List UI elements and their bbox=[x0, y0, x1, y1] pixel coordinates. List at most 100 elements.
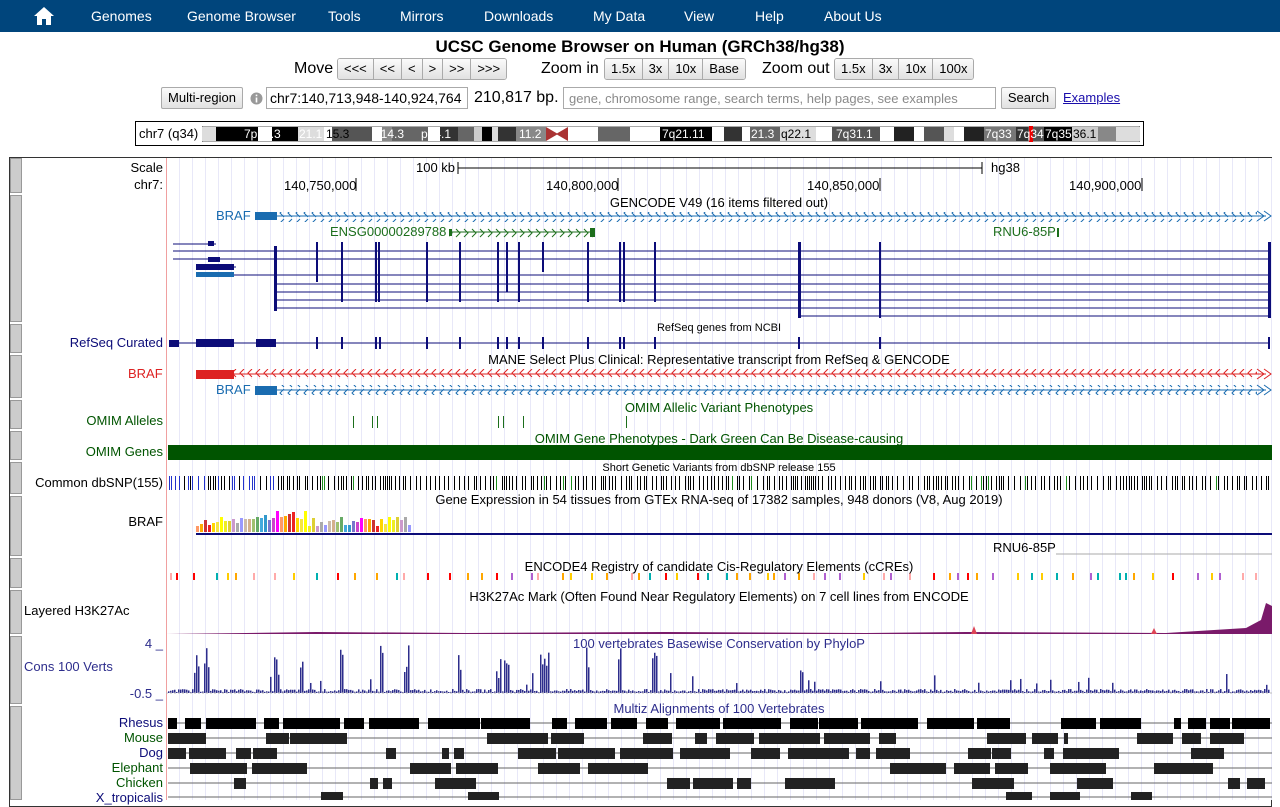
track-handle-refseq[interactable] bbox=[10, 324, 22, 353]
band-q22-1: q22.1 bbox=[781, 127, 811, 141]
track-handle-gtex[interactable] bbox=[10, 496, 22, 556]
ruler-position-1: 140,750,000 bbox=[284, 178, 357, 193]
band-p14-1: p14.1 bbox=[421, 127, 451, 141]
track-handle-conservation[interactable] bbox=[10, 636, 22, 704]
page-title: UCSC Genome Browser on Human (GRCh38/hg3… bbox=[435, 37, 845, 56]
conservation-min: -0.5 _ bbox=[129, 686, 163, 701]
encode-ccre-title: ENCODE4 Registry of candidate Cis-Regula… bbox=[524, 559, 914, 574]
gencode-rnu6-label[interactable]: RNU6-85P bbox=[993, 224, 1056, 239]
nav-about-us[interactable]: About Us bbox=[824, 8, 882, 24]
species-elephant: Elephant bbox=[111, 760, 163, 775]
nav-help[interactable]: Help bbox=[755, 8, 784, 24]
track-handle-omim-alleles[interactable] bbox=[10, 400, 22, 429]
ruler-position-2: 140,800,000 bbox=[546, 178, 619, 193]
band-21-1: 21.1 bbox=[299, 127, 323, 141]
move-right-far-button[interactable]: >>> bbox=[471, 59, 507, 79]
info-icon[interactable] bbox=[250, 92, 263, 105]
band-15-3: 15.3 bbox=[326, 127, 350, 141]
ideogram-chrom-label: chr7 (q34) bbox=[139, 126, 199, 141]
track-handle-ruler[interactable] bbox=[10, 158, 22, 193]
zoom-in-label: Zoom in bbox=[541, 60, 599, 77]
conservation-title: 100 vertebrates Basewise Conservation by… bbox=[573, 636, 865, 651]
nav-view[interactable]: View bbox=[684, 8, 714, 24]
track-handle-dbsnp[interactable] bbox=[10, 462, 22, 494]
band-7q35: 7q35 bbox=[1045, 127, 1072, 141]
h3k27ac-title: H3K27Ac Mark (Often Found Near Regulator… bbox=[469, 589, 969, 604]
track-handle-omim-genes[interactable] bbox=[10, 431, 22, 460]
zoom-in-button-group: 1.5x 3x 10x Base bbox=[604, 58, 746, 80]
search-input[interactable] bbox=[563, 87, 996, 109]
move-label: Move bbox=[294, 60, 334, 77]
gencode-ensg-label[interactable]: ENSG00000289788 bbox=[330, 224, 446, 239]
track-label-refseq[interactable]: RefSeq Curated bbox=[70, 335, 163, 350]
species-rhesus: Rhesus bbox=[118, 715, 163, 730]
ideogram-bands: 7p21.3 21.1 15.3 p14.3 p14.1 11.2 7q21.1… bbox=[202, 126, 1140, 142]
nav-genomes[interactable]: Genomes bbox=[91, 8, 152, 24]
conservation-max: 4 _ bbox=[144, 636, 163, 651]
mane-braf-label-1[interactable]: BRAF bbox=[128, 366, 163, 381]
zoom-in-3x-button[interactable]: 3x bbox=[642, 59, 670, 79]
ruler-position-4: 140,900,000 bbox=[1069, 178, 1142, 193]
track-handle-gencode[interactable] bbox=[10, 195, 22, 322]
dbsnp-variant-marks[interactable] bbox=[169, 476, 1269, 490]
zoom-out-3x-button[interactable]: 3x bbox=[872, 59, 900, 79]
ruler-scale-text: 100 kb bbox=[416, 160, 456, 175]
nav-my-data[interactable]: My Data bbox=[593, 8, 645, 24]
gtex-track-title: Gene Expression in 54 tissues from GTEx … bbox=[435, 492, 1003, 507]
band-7q21-11: 7q21.11 bbox=[662, 127, 705, 141]
search-button[interactable]: Search bbox=[1001, 87, 1056, 109]
band-21-3: 21.3 bbox=[751, 127, 775, 141]
omim-gene-bar[interactable] bbox=[168, 445, 1272, 460]
mane-track-title: MANE Select Plus Clinical: Representativ… bbox=[488, 352, 950, 367]
zoom-in-base-button[interactable]: Base bbox=[703, 59, 745, 79]
scale-label: Scale bbox=[130, 160, 163, 175]
track-label-dbsnp[interactable]: Common dbSNP(155) bbox=[35, 475, 163, 490]
track-label-h3k27ac[interactable]: Layered H3K27Ac bbox=[24, 603, 130, 618]
zoom-out-button-group: 1.5x 3x 10x 100x bbox=[834, 58, 975, 80]
ruler-assembly: hg38 bbox=[991, 160, 1020, 175]
move-right-button[interactable]: > bbox=[422, 59, 444, 79]
track-handle-h3k27ac[interactable] bbox=[10, 590, 22, 634]
move-right-more-button[interactable]: >> bbox=[443, 59, 472, 79]
examples-link[interactable]: Examples bbox=[1063, 90, 1120, 105]
move-left-more-button[interactable]: << bbox=[373, 59, 402, 79]
band-11-2: 11.2 bbox=[519, 127, 542, 141]
multiz-title: Multiz Alignments of 100 Vertebrates bbox=[613, 701, 825, 716]
band-7q33: 7q33 bbox=[985, 127, 1012, 141]
track-label-omim-alleles[interactable]: OMIM Alleles bbox=[86, 413, 163, 428]
nav-mirrors[interactable]: Mirrors bbox=[400, 8, 444, 24]
zoom-out-1-5x-button[interactable]: 1.5x bbox=[835, 59, 873, 79]
top-nav-bar: Genomes Genome Browser Tools Mirrors Dow… bbox=[0, 0, 1280, 32]
mane-braf-label-2[interactable]: BRAF bbox=[216, 382, 251, 397]
zoom-out-label: Zoom out bbox=[762, 60, 830, 77]
move-left-button[interactable]: < bbox=[401, 59, 423, 79]
home-icon[interactable] bbox=[33, 6, 55, 26]
move-left-far-button[interactable]: <<< bbox=[338, 59, 374, 79]
track-label-gtex[interactable]: BRAF bbox=[128, 514, 163, 529]
track-handle-encode-ccre[interactable] bbox=[10, 558, 22, 588]
track-handle-mane[interactable] bbox=[10, 355, 22, 398]
omim-alleles-title: OMIM Allelic Variant Phenotypes bbox=[624, 400, 814, 415]
track-handle-multiz[interactable] bbox=[10, 706, 22, 800]
dbsnp-track-title: Short Genetic Variants from dbSNP releas… bbox=[602, 462, 836, 474]
nav-genome-browser[interactable]: Genome Browser bbox=[187, 8, 296, 24]
region-size: 210,817 bp. bbox=[474, 89, 559, 106]
zoom-out-100x-button[interactable]: 100x bbox=[933, 59, 974, 79]
nav-tools[interactable]: Tools bbox=[328, 8, 361, 24]
species-dog: Dog bbox=[139, 745, 163, 760]
position-input[interactable]: chr7:140,713,948-140,924,764 bbox=[266, 87, 468, 109]
track-label-omim-genes[interactable]: OMIM Genes bbox=[86, 444, 163, 459]
gencode-track-title: GENCODE V49 (16 items filtered out) bbox=[609, 195, 829, 210]
ruler-position-3: 140,850,000 bbox=[807, 178, 880, 193]
zoom-out-10x-button[interactable]: 10x bbox=[899, 59, 934, 79]
gencode-braf-label[interactable]: BRAF bbox=[216, 208, 251, 223]
zoom-in-10x-button[interactable]: 10x bbox=[669, 59, 704, 79]
track-label-conservation[interactable]: Cons 100 Verts bbox=[24, 659, 113, 674]
band-7p21-3: 7p21.3 bbox=[244, 127, 281, 141]
band-7q34: 7q34 bbox=[1017, 127, 1044, 141]
multi-region-button[interactable]: Multi-region bbox=[161, 87, 243, 109]
nav-downloads[interactable]: Downloads bbox=[484, 8, 553, 24]
species-chicken: Chicken bbox=[116, 775, 163, 790]
chromosome-ideogram[interactable]: chr7 (q34) 7p21.3 21.1 15.3 p14.3 p14.1 … bbox=[135, 121, 1144, 146]
zoom-in-1-5x-button[interactable]: 1.5x bbox=[605, 59, 643, 79]
